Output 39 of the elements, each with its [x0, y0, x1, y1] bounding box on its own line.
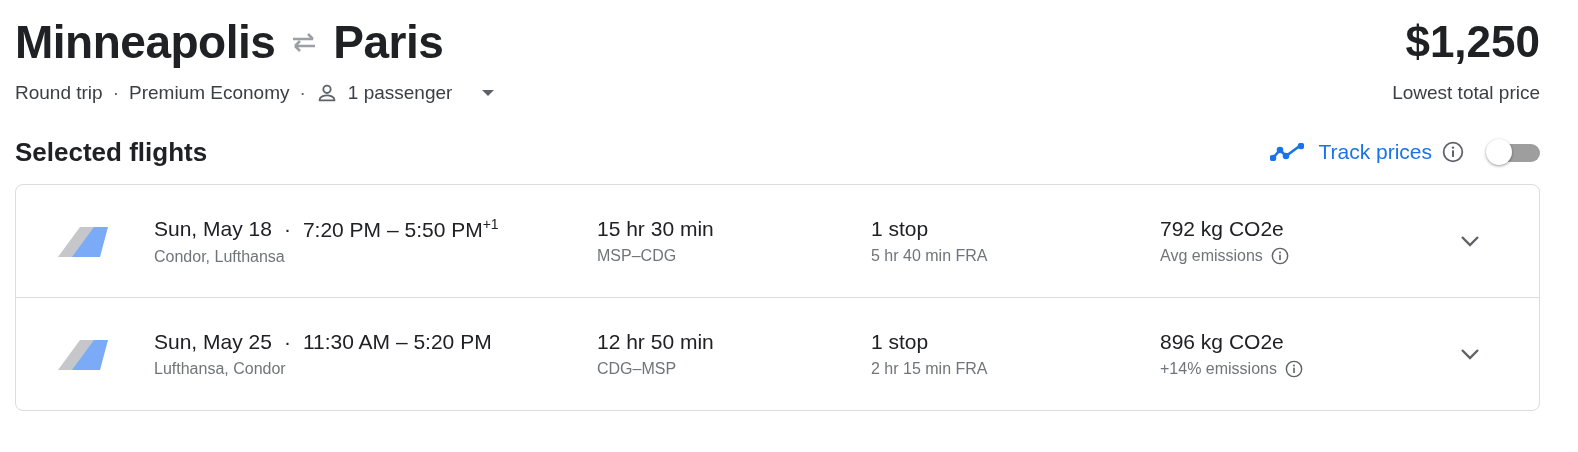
separator-dot: ·	[283, 217, 291, 241]
separator-dot: ·	[299, 82, 306, 104]
airport-codes: MSP–CDG	[597, 247, 678, 265]
price-caption: Lowest total price	[1392, 82, 1540, 104]
track-prices-toggle[interactable]	[1486, 139, 1540, 165]
flight-duration: 15 hr 30 min	[597, 217, 715, 241]
trend-line-icon	[1270, 143, 1305, 161]
layover-info: 2 hr 15 min FRA	[871, 360, 989, 378]
cabin-class: Premium Economy	[129, 82, 290, 104]
origin-city: Minneapolis	[15, 15, 276, 69]
passenger-dropdown[interactable]: 1 passenger	[347, 82, 495, 104]
separator-dot: ·	[283, 330, 291, 354]
layover-info: 5 hr 40 min FRA	[871, 247, 989, 265]
emissions-value: 792 kg CO2e	[1160, 217, 1285, 241]
chevron-icon	[1459, 347, 1481, 361]
airport-codes: CDG–MSP	[597, 360, 678, 378]
chevron-icon	[1459, 234, 1481, 248]
flight-duration: 12 hr 50 min	[597, 330, 715, 354]
caret-icon	[482, 90, 495, 96]
flight-date: Sun, May 18	[154, 217, 272, 241]
section-title: Selected flights	[15, 136, 208, 168]
stops-count: 1 stop	[871, 330, 930, 354]
trip-type: Round trip	[15, 82, 103, 104]
info-icon[interactable]	[1442, 141, 1464, 163]
emissions-note: Avg emissions	[1160, 247, 1263, 265]
flight-times: 11:30 AM – 5:20 PM	[302, 330, 492, 354]
total-price: $1,250	[1405, 16, 1540, 68]
emissions-note: +14% emissions	[1160, 360, 1277, 378]
stops-count: 1 stop	[871, 217, 930, 241]
flight-times: 7:20 PM – 5:50 PM$^{+1}$	[302, 216, 499, 242]
info-icon[interactable]	[1270, 247, 1289, 265]
info-icon[interactable]	[1284, 360, 1303, 378]
separator-dot: ·	[112, 82, 119, 104]
destination-city: Paris	[333, 15, 444, 69]
track-prices-button[interactable]: Track prices	[1270, 140, 1432, 164]
airlines: Lufthansa, Condor	[154, 360, 287, 378]
flight-date: Sun, May 25	[154, 330, 272, 354]
airlines: Condor, Lufthansa	[154, 248, 286, 266]
emissions-value: 896 kg CO2e	[1160, 330, 1285, 354]
